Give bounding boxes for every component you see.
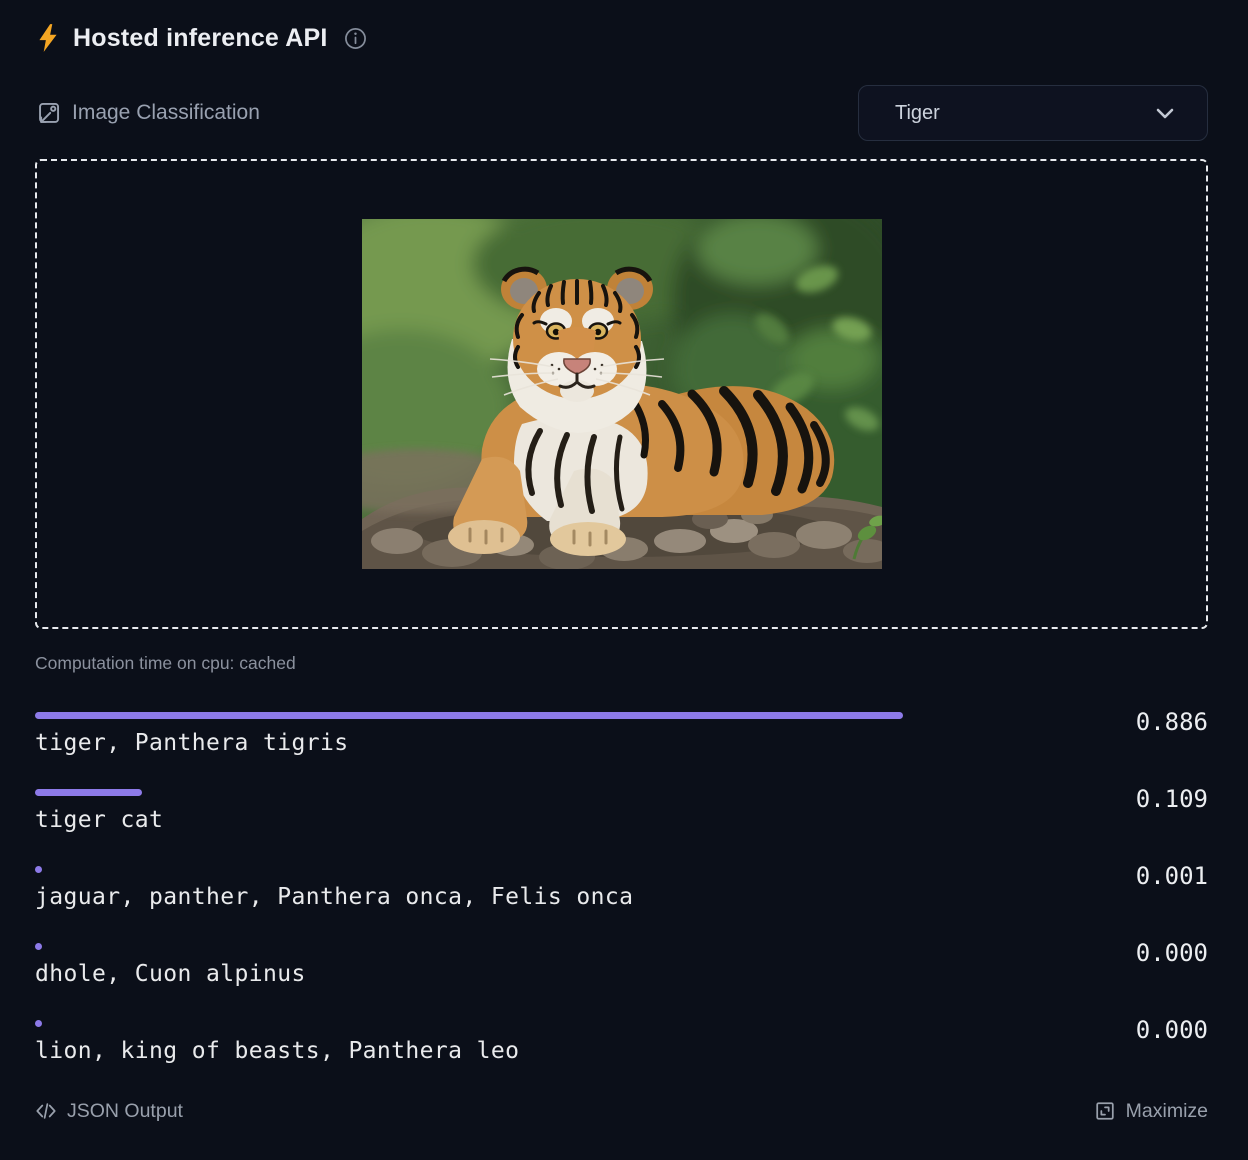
widget-header: Hosted inference API bbox=[35, 20, 1208, 56]
class-label: tiger, Panthera tigris bbox=[35, 730, 1078, 757]
score-value: 0.109 bbox=[1078, 786, 1208, 813]
score-bar bbox=[35, 789, 142, 796]
score-value: 0.000 bbox=[1078, 940, 1208, 967]
score-bar bbox=[35, 712, 903, 719]
widget-footer: JSON Output Maximize bbox=[35, 1097, 1208, 1125]
code-icon bbox=[35, 1100, 57, 1122]
lightning-bolt-icon bbox=[35, 23, 61, 53]
classification-result-row: jaguar, panther, Panthera onca, Felis on… bbox=[35, 866, 1208, 911]
score-bar bbox=[35, 866, 42, 873]
class-label: tiger cat bbox=[35, 807, 1078, 834]
image-classification-icon bbox=[35, 100, 62, 127]
computation-time: Computation time on cpu: cached bbox=[35, 653, 1208, 675]
class-label: lion, king of beasts, Panthera leo bbox=[35, 1038, 1078, 1065]
json-output-button[interactable]: JSON Output bbox=[35, 1100, 183, 1123]
task-row: Image Classification Tiger bbox=[35, 85, 1208, 141]
classification-results: tiger, Panthera tigris 0.886 tiger cat 0… bbox=[35, 712, 1208, 1065]
chevron-down-icon bbox=[1153, 101, 1177, 125]
task-type: Image Classification bbox=[35, 100, 260, 127]
classification-result-row: dhole, Cuon alpinus 0.000 bbox=[35, 943, 1208, 988]
example-selector[interactable]: Tiger bbox=[858, 85, 1208, 141]
classification-result-row: tiger cat 0.109 bbox=[35, 789, 1208, 834]
score-value: 0.001 bbox=[1078, 863, 1208, 890]
info-circle-icon[interactable] bbox=[344, 27, 367, 50]
tiger-image bbox=[362, 219, 882, 569]
example-selector-value: Tiger bbox=[895, 102, 940, 125]
classification-result-row: lion, king of beasts, Panthera leo 0.000 bbox=[35, 1020, 1208, 1065]
task-label: Image Classification bbox=[72, 101, 260, 125]
widget-title: Hosted inference API bbox=[73, 24, 328, 53]
maximize-button[interactable]: Maximize bbox=[1094, 1100, 1208, 1123]
image-dropzone[interactable] bbox=[35, 159, 1208, 629]
classification-result-row: tiger, Panthera tigris 0.886 bbox=[35, 712, 1208, 757]
class-label: jaguar, panther, Panthera onca, Felis on… bbox=[35, 884, 1078, 911]
class-label: dhole, Cuon alpinus bbox=[35, 961, 1078, 988]
hosted-inference-widget: Hosted inference API Image Classificatio… bbox=[0, 0, 1248, 1160]
score-value: 0.000 bbox=[1078, 1017, 1208, 1044]
score-value: 0.886 bbox=[1078, 709, 1208, 736]
maximize-icon bbox=[1094, 1100, 1116, 1122]
score-bar bbox=[35, 943, 42, 950]
score-bar bbox=[35, 1020, 42, 1027]
